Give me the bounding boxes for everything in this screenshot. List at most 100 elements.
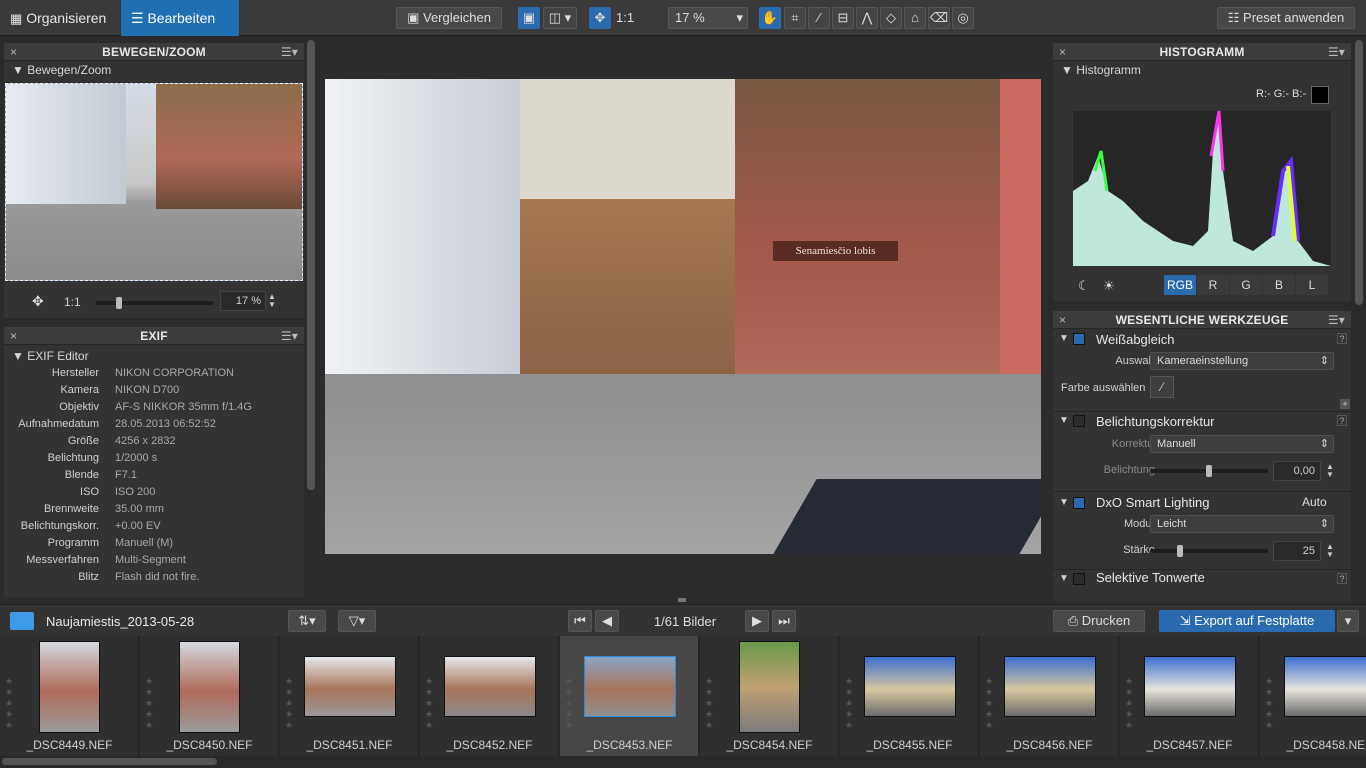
- exp-toggle[interactable]: [1073, 415, 1085, 427]
- last-icon[interactable]: ⏭: [772, 610, 796, 632]
- thumbnail-cell[interactable]: ★ ★ ★ ★ ★ _DSC8457.NEF: [1120, 636, 1259, 756]
- eraser-icon[interactable]: ⌫: [928, 7, 950, 29]
- sort-button[interactable]: ⇅▾: [288, 610, 326, 632]
- thumbnail-cell[interactable]: ★ ★ ★ ★ ★ _DSC8450.NEF: [140, 636, 279, 756]
- nav-zoom-field[interactable]: 17 %: [220, 291, 266, 311]
- nav-zoom-slider[interactable]: [96, 301, 214, 305]
- first-icon[interactable]: ⏮: [568, 610, 592, 632]
- move-icon[interactable]: ✥: [32, 293, 44, 310]
- sl-auto-button[interactable]: Auto: [1302, 495, 1327, 509]
- help-icon[interactable]: ?: [1337, 573, 1347, 584]
- fit-move-icon[interactable]: ✥: [589, 7, 611, 29]
- export-dropdown[interactable]: ▾: [1337, 610, 1359, 632]
- close-icon[interactable]: ×: [10, 327, 17, 345]
- rating-stars-icon[interactable]: ★ ★ ★ ★ ★: [1125, 676, 1133, 731]
- channel-r-button[interactable]: R: [1197, 275, 1229, 295]
- rating-stars-icon[interactable]: ★ ★ ★ ★ ★: [705, 676, 713, 731]
- sl-knob[interactable]: [1176, 545, 1183, 557]
- thumbnail-cell[interactable]: ★ ★ ★ ★ ★ _DSC8452.NEF: [420, 636, 559, 756]
- thumbnail-cell[interactable]: ★ ★ ★ ★ ★ _DSC8456.NEF: [980, 636, 1119, 756]
- print-button[interactable]: ⎙ Drucken: [1053, 610, 1145, 632]
- rating-stars-icon[interactable]: ★ ★ ★ ★ ★: [285, 676, 293, 731]
- channel-rgb-button[interactable]: RGB: [1164, 275, 1196, 295]
- menu-icon[interactable]: ☰▾: [281, 43, 298, 61]
- eyedropper-icon[interactable]: ⁄: [808, 7, 830, 29]
- histogram-subheader[interactable]: ▼ Histogramm: [1053, 61, 1351, 79]
- channel-b-button[interactable]: B: [1263, 275, 1295, 295]
- right-scrollbar[interactable]: [1355, 40, 1363, 305]
- sl-toggle[interactable]: [1073, 497, 1085, 509]
- hand-icon[interactable]: ✋: [759, 7, 781, 29]
- channel-g-button[interactable]: G: [1230, 275, 1262, 295]
- menu-icon[interactable]: ☰▾: [1328, 43, 1345, 61]
- thumbnail-cell[interactable]: ★ ★ ★ ★ ★ _DSC8453.NEF: [560, 636, 699, 756]
- horizon-icon[interactable]: ⊟: [832, 7, 854, 29]
- stepper-icon[interactable]: ▲ ▼: [1326, 543, 1334, 559]
- plus-icon[interactable]: +: [1340, 399, 1350, 409]
- nav-zoom-knob[interactable]: [116, 297, 122, 309]
- menu-icon[interactable]: ☰▾: [1328, 311, 1345, 329]
- target-icon[interactable]: ◎: [952, 7, 974, 29]
- left-scrollbar[interactable]: [307, 40, 315, 490]
- stepper-icon[interactable]: ▲ ▼: [1326, 463, 1334, 479]
- triangle-down-icon[interactable]: ▼: [1059, 497, 1069, 508]
- thumbnail-cell[interactable]: ★ ★ ★ ★ ★ _DSC8449.NEF: [0, 636, 139, 756]
- sl-mode-select[interactable]: Leicht ⇕: [1150, 515, 1334, 533]
- rating-stars-icon[interactable]: ★ ★ ★ ★ ★: [845, 676, 853, 731]
- rating-stars-icon[interactable]: ★ ★ ★ ★ ★: [145, 676, 153, 731]
- exp-corr-select[interactable]: Manuell ⇕: [1150, 435, 1334, 453]
- close-icon[interactable]: ×: [1059, 311, 1066, 329]
- exp-knob[interactable]: [1206, 465, 1212, 477]
- wb-select[interactable]: Kameraeinstellung ⇕: [1150, 352, 1334, 370]
- sl-slider[interactable]: [1150, 549, 1268, 553]
- thumbnail-cell[interactable]: ★ ★ ★ ★ ★ _DSC8454.NEF: [700, 636, 839, 756]
- tab-organize[interactable]: ▦ Organisieren: [0, 0, 120, 36]
- channel-l-button[interactable]: L: [1296, 275, 1328, 295]
- zoom-select[interactable]: 17 % ▾: [668, 7, 748, 29]
- exif-subheader[interactable]: ▼ EXIF Editor: [4, 347, 304, 365]
- menu-icon[interactable]: ☰▾: [281, 327, 298, 345]
- close-icon[interactable]: ×: [10, 43, 17, 61]
- nav-ratio[interactable]: 1:1: [64, 295, 81, 309]
- wb-toggle[interactable]: [1073, 333, 1085, 345]
- compare-button[interactable]: ▣ Vergleichen: [396, 7, 502, 29]
- navigator-subheader[interactable]: ▼ Bewegen/Zoom: [4, 61, 304, 79]
- rating-stars-icon[interactable]: ★ ★ ★ ★ ★: [1265, 676, 1273, 731]
- preset-button[interactable]: ☷ Preset anwenden: [1217, 7, 1355, 29]
- triangle-down-icon[interactable]: ▼: [1059, 573, 1069, 584]
- close-icon[interactable]: ×: [1059, 43, 1066, 61]
- stepper-icon[interactable]: ▲ ▼: [268, 293, 276, 309]
- help-icon[interactable]: ?: [1337, 333, 1347, 344]
- collapse-handle[interactable]: [678, 598, 686, 602]
- tab-edit[interactable]: ☰ Bearbeiten: [121, 0, 239, 36]
- split-view-icon[interactable]: ◫ ▾: [543, 7, 577, 29]
- prev-icon[interactable]: ◀: [595, 610, 619, 632]
- exp-value[interactable]: 0,00: [1273, 461, 1321, 481]
- moon-icon[interactable]: ☾: [1078, 278, 1090, 294]
- next-icon[interactable]: ▶: [745, 610, 769, 632]
- crop-icon[interactable]: ⌗: [784, 7, 806, 29]
- rating-stars-icon[interactable]: ★ ★ ★ ★ ★: [425, 676, 433, 731]
- sl-strength-value[interactable]: 25: [1273, 541, 1321, 561]
- triangle-down-icon[interactable]: ▼: [1059, 415, 1069, 426]
- filmstrip-scrollbar[interactable]: [2, 758, 217, 765]
- navigator-preview[interactable]: [5, 83, 303, 281]
- triangle-down-icon[interactable]: ▼: [1059, 333, 1069, 344]
- sel-toggle[interactable]: [1073, 573, 1085, 585]
- help-icon[interactable]: ?: [1337, 415, 1347, 426]
- filter-button[interactable]: ▽▾: [338, 610, 376, 632]
- volume-icon[interactable]: ◇: [880, 7, 902, 29]
- thumbnail-cell[interactable]: ★ ★ ★ ★ ★ _DSC8458.NEF: [1260, 636, 1366, 756]
- sun-icon[interactable]: ☀: [1103, 278, 1115, 294]
- main-photo[interactable]: Senamiesčio lobis: [325, 79, 1041, 554]
- repair-icon[interactable]: ⌂: [904, 7, 926, 29]
- single-view-icon[interactable]: ▣: [518, 7, 540, 29]
- thumbnail-cell[interactable]: ★ ★ ★ ★ ★ _DSC8455.NEF: [840, 636, 979, 756]
- rating-stars-icon[interactable]: ★ ★ ★ ★ ★: [5, 676, 13, 731]
- rating-stars-icon[interactable]: ★ ★ ★ ★ ★: [565, 676, 573, 731]
- ratio-label[interactable]: 1:1: [616, 10, 634, 25]
- eyedropper-icon[interactable]: ⁄: [1150, 376, 1174, 398]
- rating-stars-icon[interactable]: ★ ★ ★ ★ ★: [985, 676, 993, 731]
- export-button[interactable]: ⇲ Export auf Festplatte: [1159, 610, 1335, 632]
- perspective-icon[interactable]: ⋀: [856, 7, 878, 29]
